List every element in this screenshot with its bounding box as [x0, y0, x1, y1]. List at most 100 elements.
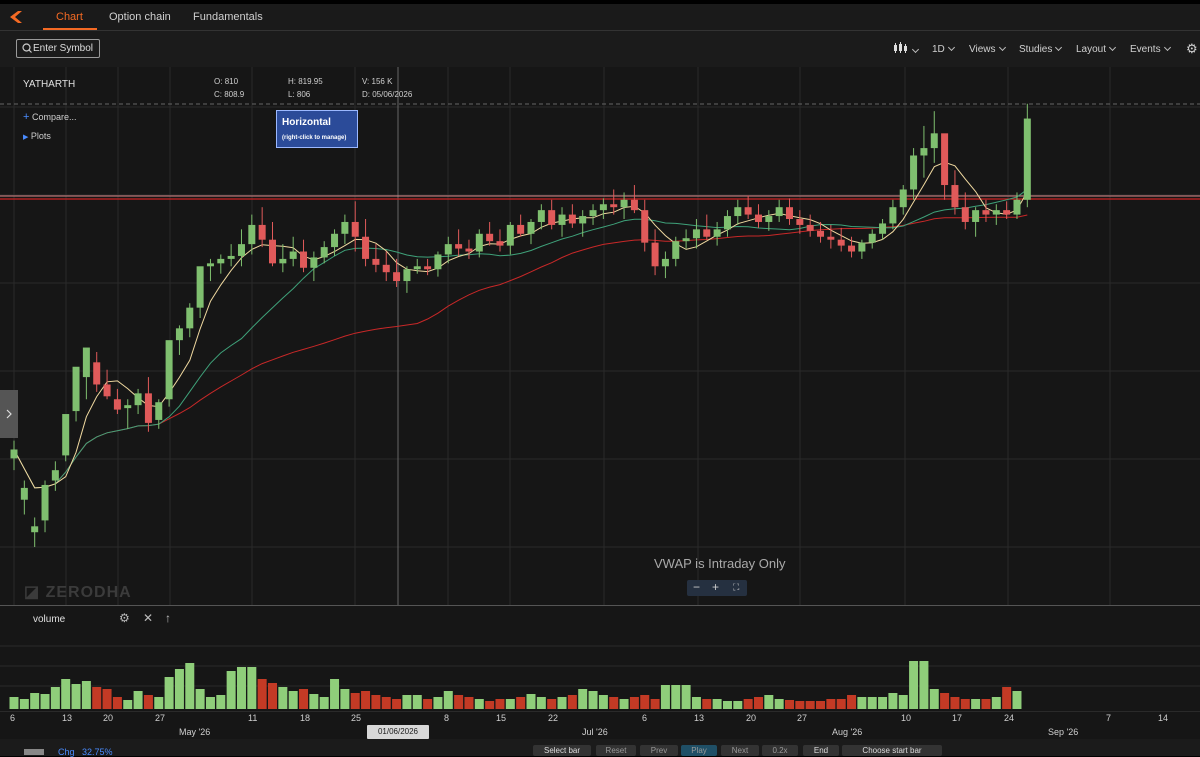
volume-bar	[50, 687, 60, 709]
volume-bar	[909, 661, 919, 709]
fullscreen-icon[interactable]: ⛶	[733, 582, 739, 593]
keyboard-icon	[24, 749, 44, 755]
volume-bar	[919, 661, 929, 709]
search-input[interactable]	[33, 42, 97, 55]
volume-panel[interactable]	[0, 605, 1200, 712]
volume-bar	[247, 667, 257, 709]
volume-bar	[381, 697, 391, 709]
candle	[910, 148, 918, 200]
chevron-right-icon	[6, 409, 12, 419]
candle	[424, 258, 432, 276]
candle	[51, 461, 59, 491]
horizontal-line-tooltip[interactable]: Horizontal (right-click to manage)	[276, 110, 358, 148]
candle	[599, 198, 607, 220]
replay-button[interactable]: End	[803, 745, 839, 756]
candle	[920, 125, 928, 178]
volume-bar	[660, 685, 670, 709]
volume-bar	[330, 679, 340, 709]
candle	[475, 229, 483, 258]
chart-toolbar: 1D Views Studies Layout Events ⚙	[0, 31, 1200, 68]
x-month-label: Aug '26	[832, 727, 863, 737]
candle	[868, 229, 876, 249]
volume-bar	[836, 699, 846, 709]
candle	[558, 207, 566, 237]
tab-chart[interactable]: Chart	[56, 11, 83, 23]
volume-bar	[143, 695, 153, 709]
zoom-in-button[interactable]: +	[712, 580, 719, 594]
volume-bar	[867, 697, 877, 709]
candle	[672, 236, 680, 267]
arrow-up-icon[interactable]: ↑	[165, 611, 171, 625]
ma-short-line	[13, 161, 1028, 489]
volume-bar	[847, 695, 857, 709]
volume-bar	[164, 677, 174, 709]
price-chart-panel[interactable]	[0, 67, 1200, 605]
volume-bar	[774, 699, 784, 709]
candle	[434, 251, 442, 277]
replay-button[interactable]: Next	[721, 745, 759, 756]
symbol-search[interactable]	[16, 39, 100, 58]
interval-menu[interactable]: 1D	[932, 43, 955, 55]
volume-bar	[102, 689, 112, 709]
volume-bar	[536, 697, 546, 709]
volume-bar	[30, 693, 40, 709]
volume-bar	[474, 699, 484, 709]
studies-menu[interactable]: Studies	[1019, 43, 1063, 55]
volume-bar	[1012, 691, 1022, 709]
x-month-label: May '26	[179, 727, 211, 737]
volume-bar	[81, 681, 91, 709]
volume-bar	[940, 693, 950, 709]
volume-bar	[671, 685, 681, 709]
volume-bar	[681, 685, 691, 709]
replay-button[interactable]: Reset	[596, 745, 636, 756]
volume-bar	[743, 699, 753, 709]
side-panel-toggle[interactable]	[0, 390, 18, 438]
replay-button[interactable]: Choose start bar	[842, 745, 942, 756]
volume-bar	[123, 700, 133, 709]
replay-button[interactable]: Select bar	[533, 745, 591, 756]
candle	[992, 204, 1000, 225]
replay-button[interactable]: Play	[681, 745, 717, 756]
settings-gear-icon[interactable]: ⚙	[1186, 41, 1198, 57]
volume-bar	[9, 697, 19, 709]
volume-bar	[516, 697, 526, 709]
price-chart[interactable]	[0, 67, 1200, 605]
volume-bar	[888, 693, 898, 709]
volume-bar	[598, 695, 608, 709]
candle	[889, 199, 897, 230]
events-menu[interactable]: Events	[1130, 43, 1171, 55]
layout-menu[interactable]: Layout	[1076, 43, 1117, 55]
candle	[206, 258, 214, 282]
replay-button[interactable]: Prev	[640, 745, 678, 756]
volume-bar	[505, 699, 515, 709]
x-tick-label: 13	[694, 713, 705, 723]
candle	[972, 207, 980, 237]
tab-fundamentals[interactable]: Fundamentals	[193, 11, 263, 23]
candle	[196, 266, 204, 318]
plots-toggle[interactable]: ▶ Plots	[23, 131, 51, 141]
candle	[941, 133, 949, 200]
close-icon[interactable]: ✕	[143, 611, 153, 625]
compare-button[interactable]: + Compare...	[23, 111, 76, 123]
candle	[82, 347, 90, 400]
chart-type-menu[interactable]	[893, 42, 920, 57]
candle	[537, 204, 545, 230]
chevron-down-icon	[998, 43, 1006, 52]
replay-button[interactable]: 0.2x	[762, 745, 798, 756]
volume-bar	[71, 684, 81, 709]
candle	[217, 254, 225, 274]
candle	[41, 480, 49, 533]
candle	[899, 185, 907, 215]
candle	[289, 236, 297, 267]
tab-option-chain[interactable]: Option chain	[109, 11, 171, 23]
tooltip-title: Horizontal	[282, 117, 331, 128]
zoom-out-button[interactable]: −	[693, 580, 700, 594]
candle	[62, 414, 70, 462]
gear-icon[interactable]: ⚙	[119, 611, 130, 625]
kite-logo-icon[interactable]	[8, 10, 26, 24]
candle	[486, 221, 494, 246]
views-menu[interactable]: Views	[969, 43, 1006, 55]
volume-bar	[712, 699, 722, 709]
volume-bar	[733, 701, 743, 709]
volume-bar	[361, 691, 371, 709]
